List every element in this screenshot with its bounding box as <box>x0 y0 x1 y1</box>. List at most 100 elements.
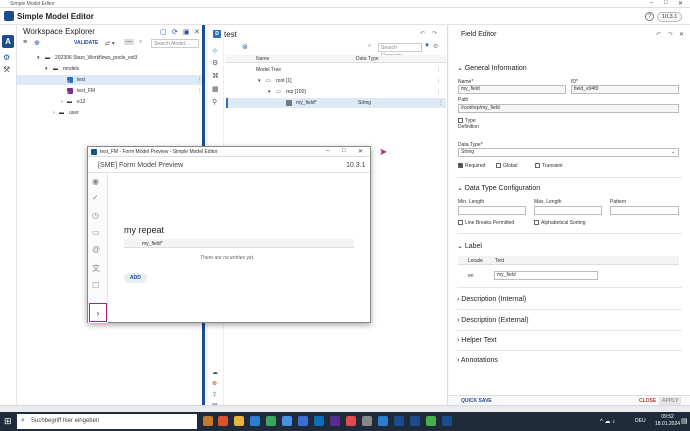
min-length-input[interactable] <box>458 206 526 215</box>
required-checkbox[interactable]: ✓ Required <box>458 163 485 169</box>
redo-icon[interactable]: ↷ <box>432 30 437 37</box>
taskbar-app-icon[interactable] <box>282 416 292 426</box>
help-icon[interactable]: ? <box>645 12 654 21</box>
taskbar-app-icon[interactable] <box>298 416 308 426</box>
close-button[interactable]: CLOSE <box>639 398 656 404</box>
tray-icons[interactable]: ^ ☁ ♪ <box>600 418 615 425</box>
chevron-right-icon[interactable]: › <box>61 97 63 107</box>
close-icon[interactable]: ✕ <box>679 31 684 38</box>
checkbox-icon[interactable]: ☐ <box>92 281 99 290</box>
max-length-input[interactable] <box>534 206 602 215</box>
notification-icon[interactable]: ▤ <box>681 417 688 425</box>
link-element-icon[interactable]: ⊚ <box>242 43 248 51</box>
table-row[interactable]: ▾ ▭ rep [100] ⋮ <box>226 87 446 97</box>
filter-icon[interactable]: ▼ <box>424 43 430 49</box>
chevron-down-icon[interactable]: ▾ <box>37 53 40 63</box>
vscode-icon[interactable] <box>314 416 324 426</box>
expand-sidebar-icon[interactable]: › <box>89 303 107 322</box>
name-input[interactable]: my_field <box>458 85 566 94</box>
explorer-search-input[interactable]: Search Model... <box>151 39 199 48</box>
taskbar-clock[interactable]: 09:52 18.01.2024 <box>655 414 680 428</box>
line-breaks-checkbox[interactable]: Line Breaks Permitted <box>458 220 514 226</box>
taskbar-app-icon[interactable] <box>330 416 340 426</box>
pattern-input[interactable] <box>610 206 679 215</box>
redo-icon[interactable]: ↷ <box>668 31 673 38</box>
chevron-right-icon[interactable]: › <box>53 108 55 118</box>
version-badge[interactable]: 10.3.1 <box>657 12 683 22</box>
chevron-down-icon[interactable]: ⌄ <box>457 243 465 250</box>
chevron-down-icon[interactable]: ⌄ <box>457 65 465 72</box>
undo-icon[interactable]: ↶ <box>656 31 661 38</box>
eye-icon[interactable]: ◉ <box>92 177 99 186</box>
id-input[interactable]: field_e94f0 <box>571 85 679 94</box>
more-options-icon[interactable]: ⋮ <box>436 76 441 86</box>
history-icon[interactable]: ◷ <box>92 211 99 220</box>
label-section[interactable]: ⌄ Label <box>457 242 482 250</box>
check-icon[interactable]: ✓ <box>92 193 99 202</box>
close-window-icon[interactable]: ✕ <box>678 0 683 7</box>
taskbar-app-icon[interactable] <box>378 416 388 426</box>
at-icon[interactable]: @ <box>92 245 100 254</box>
taskbar-app-icon[interactable] <box>362 416 372 426</box>
general-information-section[interactable]: ⌄ General Information <box>457 64 527 72</box>
tree-item[interactable]: › ▬ user <box>17 108 202 118</box>
cloud-icon[interactable]: ☁ <box>212 369 218 376</box>
taskbar-app-icon[interactable] <box>426 416 436 426</box>
chevron-down-icon[interactable]: ▾ <box>268 87 271 97</box>
sme-app-icon[interactable] <box>410 416 420 426</box>
add-button[interactable]: ADD <box>124 273 147 283</box>
alphabetical-sorting-checkbox[interactable]: Alphabetical Sorting <box>534 220 585 226</box>
sme-app-icon[interactable] <box>394 416 404 426</box>
maximize-icon[interactable]: □ <box>664 0 668 6</box>
tree-item[interactable]: ▾ ▬ 202306 Stars_Workflows_pools_ext3 <box>17 53 202 63</box>
chrome-icon[interactable] <box>266 416 276 426</box>
add-icon[interactable]: ⊕ <box>34 39 40 47</box>
tree-item[interactable]: ▾ ▬ models <box>17 64 202 74</box>
tree-item-test-fm[interactable]: F test_FM ⋮ <box>17 86 202 96</box>
type-definition-checkbox[interactable]: Type Definition <box>458 118 498 130</box>
global-checkbox[interactable]: Global <box>496 163 517 169</box>
collapse-icon[interactable]: ▣ <box>183 28 190 36</box>
description-external-section[interactable]: › Description (External) <box>457 317 529 324</box>
export-icon[interactable]: ⇪ <box>212 391 217 398</box>
new-folder-icon[interactable]: ▢ <box>160 28 167 36</box>
error-icon[interactable]: ⊗ <box>212 380 217 387</box>
annotations-section[interactable]: › Annotations <box>457 357 498 364</box>
element-search-input[interactable]: Search Elements... <box>378 43 422 59</box>
settings-icon[interactable]: ⚙ <box>433 43 438 50</box>
link-icon[interactable]: ⚲ <box>212 98 217 106</box>
more-options-icon[interactable]: ⋮ <box>197 75 202 85</box>
collapse-all-icon[interactable]: — <box>124 39 134 45</box>
data-type-configuration-section[interactable]: ⌄ Data Type Configuration <box>457 184 540 192</box>
more-options-icon[interactable]: ⋮ <box>438 98 443 108</box>
more-options-icon[interactable]: ⋮ <box>436 65 441 75</box>
close-panel-icon[interactable]: ✕ <box>194 28 200 36</box>
windows-start-icon[interactable]: ⊞ <box>4 416 12 426</box>
taskbar-search-input[interactable]: Suchbegriff hier eingeben <box>17 414 197 429</box>
table-row[interactable]: ▾ ▭ root [1] ⋮ <box>226 76 446 86</box>
chevron-down-icon[interactable]: ▾ <box>258 76 261 86</box>
settings-rail-icon[interactable]: ⚙ <box>3 53 10 62</box>
refresh-icon[interactable]: ⟳ <box>172 28 178 36</box>
gear-icon[interactable]: ⚙ <box>212 59 218 67</box>
workspace-explorer-rail-icon[interactable]: A <box>2 35 14 48</box>
sme-app-icon[interactable] <box>442 416 452 426</box>
device-icon[interactable]: ▭ <box>92 228 100 237</box>
minimize-icon[interactable]: – <box>326 148 329 154</box>
grid-icon[interactable]: ▦ <box>212 85 219 93</box>
taskbar-app-icon[interactable] <box>250 416 260 426</box>
filter-dropdown-icon[interactable]: ⇄ ▾ <box>105 40 115 47</box>
tools-rail-icon[interactable]: ⚒ <box>3 65 10 74</box>
description-internal-section[interactable]: › Description (Internal) <box>457 296 526 303</box>
tree-view-icon[interactable]: ⊹ <box>212 47 218 55</box>
table-row-selected[interactable]: my_field* String ⋮ <box>226 98 446 108</box>
more-options-icon[interactable]: ⋮ <box>436 87 441 97</box>
folder-icon[interactable] <box>234 416 244 426</box>
taskbar-app-icon[interactable] <box>218 416 228 426</box>
validate-button[interactable]: VALIDATE <box>74 40 98 46</box>
quick-save-button[interactable]: QUICK SAVE <box>461 398 492 404</box>
table-row[interactable]: Model Tree ⋮ <box>226 65 446 75</box>
minimize-icon[interactable]: – <box>650 0 653 6</box>
language-indicator[interactable]: DEU <box>635 418 646 424</box>
chevron-down-icon[interactable]: ⌄ <box>457 185 465 192</box>
